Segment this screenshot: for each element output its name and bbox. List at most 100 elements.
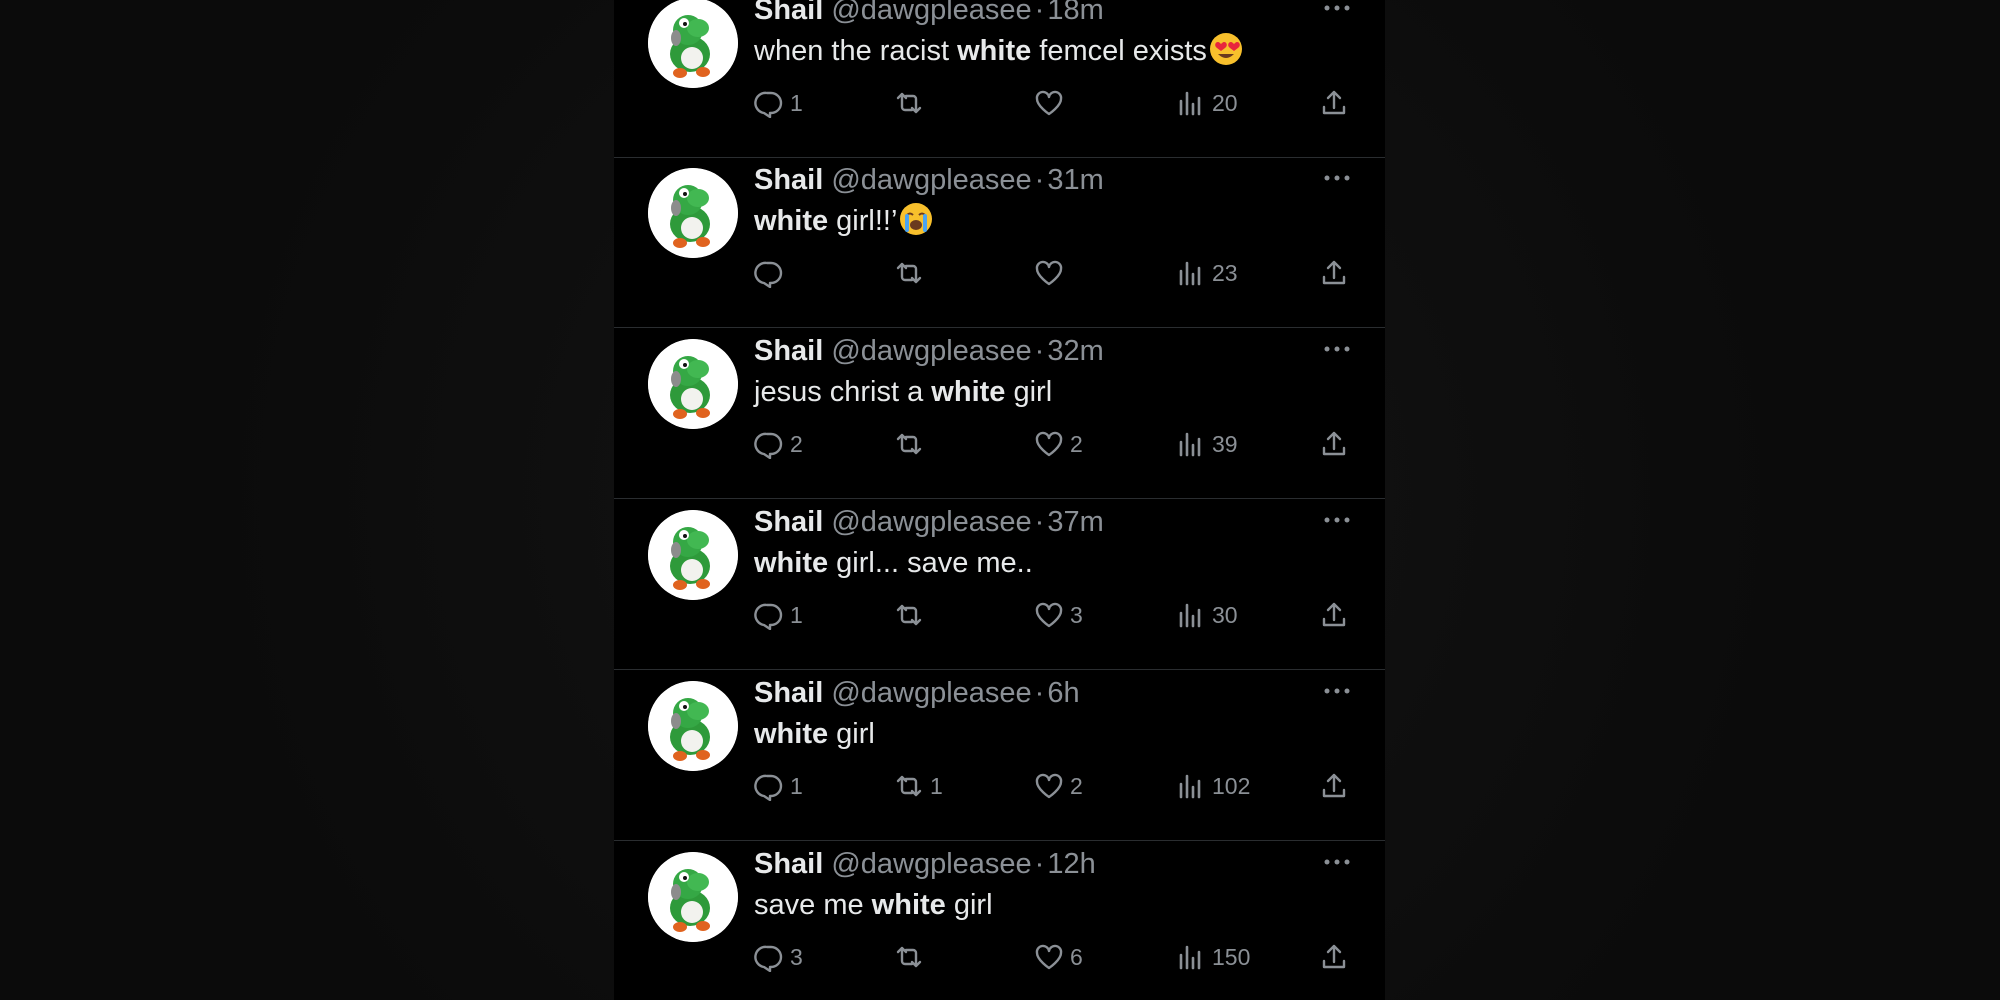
retweet-icon [894, 771, 924, 801]
share-button[interactable] [1319, 937, 1349, 977]
more-horizontal-icon[interactable] [1322, 339, 1352, 359]
reply-button[interactable]: 3 [754, 937, 803, 977]
views-chart-icon [1176, 942, 1206, 972]
like-button[interactable]: 2 [1034, 766, 1083, 806]
like-button[interactable] [1034, 253, 1070, 293]
yoshi-avatar-icon[interactable] [648, 0, 738, 88]
author-handle[interactable]: @dawgpleasee [831, 164, 1031, 196]
views-button[interactable]: 23 [1176, 253, 1238, 293]
retweet-button[interactable] [894, 83, 930, 123]
tweet[interactable]: Shail @dawgpleasee · 37m white girl... save… [614, 500, 1385, 670]
like-count: 2 [1070, 430, 1083, 457]
timestamp[interactable]: 18m [1047, 0, 1103, 26]
views-button[interactable]: 39 [1176, 424, 1238, 464]
retweet-count: 1 [930, 772, 943, 799]
share-button[interactable] [1319, 253, 1349, 293]
reply-button[interactable]: 1 [754, 766, 803, 806]
reply-button[interactable]: 1 [754, 595, 803, 635]
author-name[interactable]: Shail [754, 848, 823, 880]
like-count: 2 [1070, 772, 1083, 799]
tweet-text-after: femcel exists [1031, 35, 1207, 67]
reply-count: 3 [790, 943, 803, 970]
share-button[interactable] [1319, 766, 1349, 806]
author-name[interactable]: Shail [754, 164, 823, 196]
timestamp[interactable]: 37m [1047, 506, 1103, 538]
views-chart-icon [1176, 429, 1206, 459]
timestamp[interactable]: 6h [1047, 677, 1079, 709]
share-icon [1319, 88, 1349, 118]
yoshi-avatar-icon[interactable] [648, 510, 738, 600]
tweet-text: white girl [754, 715, 875, 753]
tweet-text-after: girl [828, 718, 875, 750]
author-name[interactable]: Shail [754, 0, 823, 26]
author-handle[interactable]: @dawgpleasee [831, 848, 1031, 880]
tweet[interactable]: Shail @dawgpleasee · 6h white girl 1 1 2 10… [614, 671, 1385, 841]
heart-icon [1034, 942, 1064, 972]
reply-icon [754, 771, 784, 801]
like-button[interactable]: 2 [1034, 424, 1083, 464]
views-button[interactable]: 20 [1176, 83, 1238, 123]
views-chart-icon [1176, 258, 1206, 288]
timestamp[interactable]: 12h [1047, 848, 1095, 880]
views-button[interactable]: 30 [1176, 595, 1238, 635]
retweet-button[interactable] [894, 253, 930, 293]
retweet-button[interactable]: 1 [894, 766, 943, 806]
like-button[interactable]: 6 [1034, 937, 1083, 977]
tweet[interactable]: Shail @dawgpleasee · 32m jesus christ a whi… [614, 329, 1385, 499]
heart-icon [1034, 600, 1064, 630]
view-count: 20 [1212, 89, 1238, 116]
author-name[interactable]: Shail [754, 677, 823, 709]
tweet-text-after: girl!!’ [828, 205, 898, 237]
tweet-text: white girl... save me.. [754, 544, 1033, 582]
view-count: 23 [1212, 259, 1238, 286]
tweet-text-bold: white [754, 718, 829, 750]
like-button[interactable] [1034, 83, 1070, 123]
views-button[interactable]: 102 [1176, 766, 1250, 806]
tweet[interactable]: Shail @dawgpleasee · 12h save me white girl… [614, 842, 1385, 1000]
more-horizontal-icon[interactable] [1322, 0, 1352, 18]
reply-button[interactable]: 2 [754, 424, 803, 464]
author-handle[interactable]: @dawgpleasee [831, 335, 1031, 367]
reply-button[interactable] [754, 253, 790, 293]
tweet[interactable]: Shail @dawgpleasee · 18m when the racist wh… [614, 0, 1385, 158]
heart-icon [1034, 771, 1064, 801]
more-horizontal-icon[interactable] [1322, 852, 1352, 872]
reply-count: 1 [790, 601, 803, 628]
author-handle[interactable]: @dawgpleasee [831, 677, 1031, 709]
more-horizontal-icon[interactable] [1322, 168, 1352, 188]
yoshi-avatar-icon[interactable] [648, 339, 738, 429]
author-handle[interactable]: @dawgpleasee [831, 0, 1031, 26]
tweet-text-bold: white [957, 35, 1032, 67]
more-horizontal-icon[interactable] [1322, 681, 1352, 701]
like-button[interactable]: 3 [1034, 595, 1083, 635]
like-count: 6 [1070, 943, 1083, 970]
share-button[interactable] [1319, 83, 1349, 123]
view-count: 102 [1212, 772, 1251, 799]
tweet-text-after: girl [1005, 376, 1053, 408]
tweet-text-bold: white [754, 205, 829, 237]
yoshi-avatar-icon[interactable] [648, 852, 738, 942]
tweet[interactable]: Shail @dawgpleasee · 31m white girl!!’ 23 [614, 158, 1385, 328]
yoshi-avatar-icon[interactable] [648, 681, 738, 771]
share-button[interactable] [1319, 595, 1349, 635]
views-button[interactable]: 150 [1176, 937, 1250, 977]
retweet-button[interactable] [894, 424, 930, 464]
separator-dot: · [1034, 848, 1045, 880]
reply-button[interactable]: 1 [754, 83, 803, 123]
author-name[interactable]: Shail [754, 335, 823, 367]
timestamp[interactable]: 31m [1047, 164, 1103, 196]
separator-dot: · [1034, 0, 1045, 26]
more-horizontal-icon[interactable] [1322, 510, 1352, 530]
view-count: 150 [1212, 943, 1251, 970]
timestamp[interactable]: 32m [1047, 335, 1103, 367]
reply-icon [754, 600, 784, 630]
yoshi-avatar-icon[interactable] [648, 168, 738, 258]
share-button[interactable] [1319, 424, 1349, 464]
tweet-actions: 1 20 [754, 83, 1374, 123]
retweet-button[interactable] [894, 595, 930, 635]
author-name[interactable]: Shail [754, 506, 823, 538]
author-handle[interactable]: @dawgpleasee [831, 506, 1031, 538]
retweet-button[interactable] [894, 937, 930, 977]
share-icon [1319, 771, 1349, 801]
reply-icon [754, 258, 784, 288]
